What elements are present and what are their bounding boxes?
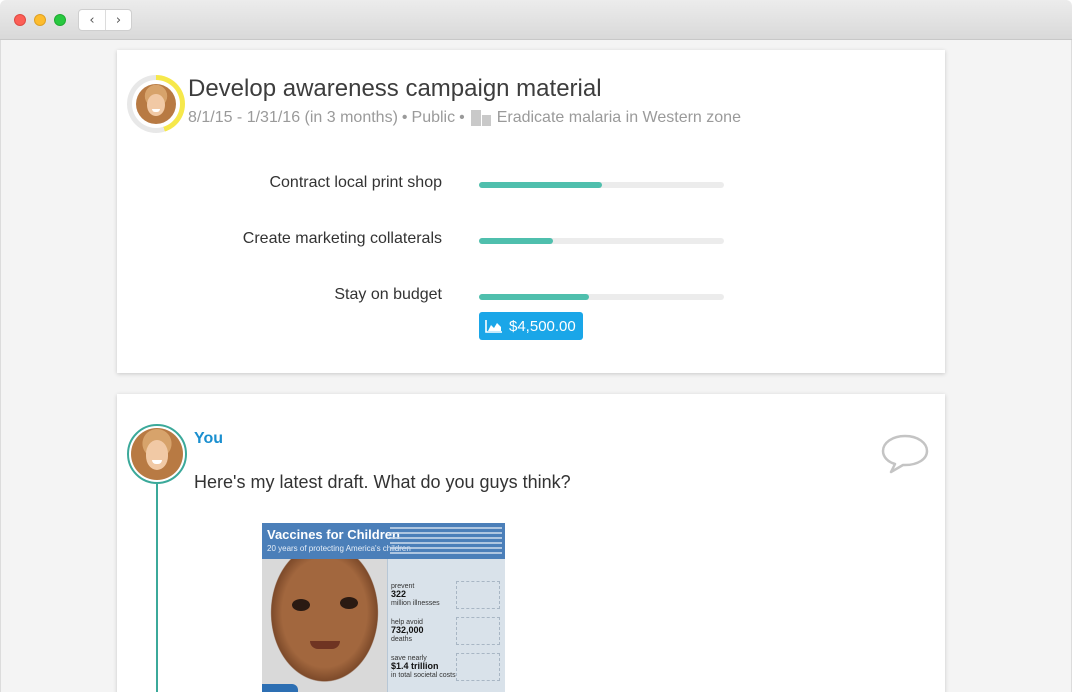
attachment-title: Vaccines for Children <box>267 527 400 542</box>
comment-icon[interactable] <box>879 432 931 476</box>
key-result-row[interactable]: Stay on budget <box>117 286 945 310</box>
author-avatar[interactable] <box>127 424 187 484</box>
minimize-window-button[interactable] <box>34 14 46 26</box>
flag-icon <box>456 581 500 609</box>
area-chart-icon <box>485 320 502 333</box>
key-result-label: Contract local print shop <box>269 174 442 191</box>
building-icon <box>470 110 491 126</box>
key-result-label: Create marketing collaterals <box>242 230 442 247</box>
goal-progress-ring <box>127 75 185 133</box>
goal-meta: 8/1/15 - 1/31/16 (in 3 months) • Public … <box>188 109 741 127</box>
key-result-row[interactable]: Create marketing collaterals <box>117 230 945 254</box>
attachment-stats: prevent 322 million illnesses help avoid… <box>388 559 505 692</box>
post-card: You Here's my latest draft. What do you … <box>117 394 945 692</box>
budget-amount: $4,500.00 <box>509 317 576 335</box>
forward-button[interactable]: › <box>105 10 131 30</box>
stat-item: prevent 322 million illnesses <box>391 583 440 607</box>
figure-icon <box>456 617 500 645</box>
stat-item: save nearly $1.4 trillion in total socie… <box>391 655 456 679</box>
close-window-button[interactable] <box>14 14 26 26</box>
key-result-progress-bar <box>479 238 724 244</box>
history-nav: ‹ › <box>78 9 132 31</box>
goal-title[interactable]: Develop awareness campaign material <box>188 75 602 103</box>
attachment-image[interactable]: Vaccines for Children 20 years of protec… <box>262 523 505 692</box>
back-button[interactable]: ‹ <box>79 10 105 30</box>
post-author[interactable]: You <box>194 430 223 448</box>
goal-visibility: Public <box>411 109 456 126</box>
key-result-row[interactable]: Contract local print shop <box>117 174 945 198</box>
window-titlebar: ‹ › <box>0 0 1072 40</box>
zoom-window-button[interactable] <box>54 14 66 26</box>
child-photo <box>262 559 387 692</box>
budget-badge[interactable]: $4,500.00 <box>479 312 583 340</box>
key-result-progress-bar <box>479 182 724 188</box>
owner-avatar[interactable] <box>136 84 176 124</box>
money-icon <box>456 653 500 681</box>
goal-dates: 8/1/15 - 1/31/16 (in 3 months) <box>188 109 398 126</box>
key-result-progress-bar <box>479 294 724 300</box>
goal-card: Develop awareness campaign material 8/1/… <box>117 50 945 373</box>
meta-separator: • <box>401 109 408 126</box>
page-viewport: Develop awareness campaign material 8/1/… <box>0 40 1072 692</box>
key-result-label: Stay on budget <box>334 286 442 303</box>
parent-goal-link[interactable]: Eradicate malaria in Western zone <box>497 109 741 127</box>
stat-item: help avoid 732,000 deaths <box>391 619 424 643</box>
meta-separator: • <box>459 109 465 126</box>
thread-line <box>156 484 158 692</box>
post-message: Here's my latest draft. What do you guys… <box>194 472 571 492</box>
